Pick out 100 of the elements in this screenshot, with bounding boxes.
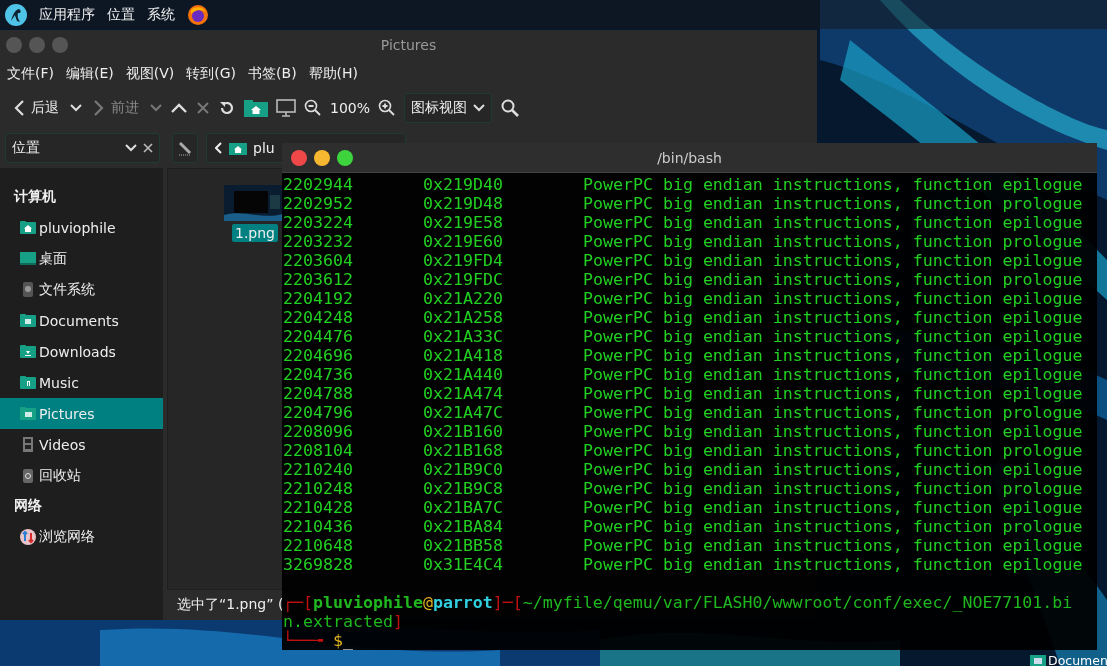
browser-icon[interactable] bbox=[187, 3, 209, 26]
description: PowerPC big endian instructions, function prologue bbox=[583, 441, 1084, 460]
music-folder-icon bbox=[19, 374, 37, 391]
description: PowerPC big endian instructions, function epilogue bbox=[583, 460, 1084, 479]
caret-icon bbox=[473, 104, 486, 112]
description: PowerPC big endian instructions, function prologue bbox=[583, 232, 1084, 251]
back-button[interactable]: 后退 bbox=[10, 96, 62, 120]
zoom-level: 100% bbox=[330, 100, 371, 116]
description: PowerPC big endian instructions, function epilogue bbox=[583, 536, 1084, 555]
desktop-icon-label[interactable]: Documen bbox=[1048, 653, 1107, 666]
folder-icon[interactable] bbox=[1030, 654, 1046, 666]
reload-icon[interactable] bbox=[218, 99, 236, 117]
window-maximize-button[interactable] bbox=[337, 149, 353, 166]
decimal-offset: 2210428 bbox=[283, 498, 354, 517]
panel-menu[interactable]: 系统 bbox=[147, 5, 175, 24]
window-minimize-button[interactable] bbox=[314, 149, 330, 166]
sidebar-item[interactable]: Videos bbox=[0, 429, 163, 460]
zoom-in-icon[interactable] bbox=[378, 99, 397, 117]
decimal-offset: 2204696 bbox=[283, 346, 354, 365]
sidebar-item[interactable]: Documents bbox=[0, 305, 163, 336]
panel-menu[interactable]: 应用程序 bbox=[39, 5, 95, 24]
description: PowerPC big endian instructions, function epilogue bbox=[583, 422, 1084, 441]
hex-offset: 0x21A440 bbox=[423, 365, 504, 384]
menu-item[interactable]: 文件(F) bbox=[7, 65, 54, 83]
location-dropdown[interactable]: 位置 bbox=[5, 133, 160, 163]
window-title: /bin/bash bbox=[657, 149, 722, 166]
decimal-offset: 2203232 bbox=[283, 232, 354, 251]
zoom-out-icon[interactable] bbox=[304, 99, 322, 117]
sidebar-item[interactable]: Music bbox=[0, 367, 163, 398]
search-icon[interactable] bbox=[500, 98, 521, 118]
decimal-offset: 2204736 bbox=[283, 365, 354, 384]
picture-folder-icon bbox=[19, 405, 37, 422]
hex-offset: 0x21B168 bbox=[423, 441, 504, 460]
description: PowerPC big endian instructions, function epilogue bbox=[583, 327, 1084, 346]
description: PowerPC big endian instructions, function epilogue bbox=[583, 365, 1084, 384]
parrot-logo-icon[interactable] bbox=[5, 3, 27, 26]
edit-location-button[interactable] bbox=[172, 133, 198, 163]
sidebar-item[interactable]: 桌面 bbox=[0, 243, 163, 274]
decimal-offset: 2204248 bbox=[283, 308, 354, 327]
hex-offset: 0x21A418 bbox=[423, 346, 504, 365]
hex-offset: 0x31E4C4 bbox=[423, 555, 504, 574]
panel-menu[interactable]: 位置 bbox=[107, 5, 135, 24]
decimal-offset: 2210436 bbox=[283, 517, 354, 536]
status-text: 选中了“1.png” ( bbox=[177, 596, 284, 614]
hex-offset: 0x219FDC bbox=[423, 270, 504, 289]
sidebar-item[interactable]: 浏览网络 bbox=[0, 521, 163, 552]
monitor-icon[interactable] bbox=[276, 99, 296, 117]
decimal-offset: 2208096 bbox=[283, 422, 354, 441]
description: PowerPC big endian instructions, function epilogue bbox=[583, 346, 1084, 365]
close-icon[interactable] bbox=[143, 143, 153, 153]
hex-offset: 0x21B160 bbox=[423, 422, 504, 441]
window-close-button[interactable] bbox=[291, 149, 307, 166]
decimal-offset: 2210240 bbox=[283, 460, 354, 479]
description: PowerPC big endian instructions, function prologue bbox=[583, 479, 1084, 498]
folder-icon bbox=[19, 312, 37, 329]
decimal-offset: 2204192 bbox=[283, 289, 354, 308]
hex-offset: 0x219E60 bbox=[423, 232, 504, 251]
stop-icon[interactable] bbox=[196, 101, 210, 115]
hex-offset: 0x21A258 bbox=[423, 308, 504, 327]
view-mode-dropdown[interactable]: 图标视图 bbox=[404, 93, 493, 123]
hex-offset: 0x219D48 bbox=[423, 194, 504, 213]
sidebar-item[interactable]: pluviophile bbox=[0, 212, 163, 243]
description: PowerPC big endian instructions, function prologue bbox=[583, 517, 1084, 536]
menu-item[interactable]: 视图(V) bbox=[125, 65, 175, 83]
menu-item[interactable]: 帮助(H) bbox=[308, 65, 359, 83]
sidebar-item[interactable]: Downloads bbox=[0, 336, 163, 367]
description: PowerPC big endian instructions, function epilogue bbox=[583, 498, 1084, 517]
hex-offset: 0x219FD4 bbox=[423, 251, 504, 270]
decimal-offset: 2210648 bbox=[283, 536, 354, 555]
description: PowerPC big endian instructions, function epilogue bbox=[583, 384, 1084, 403]
window-title: Pictures bbox=[380, 37, 437, 53]
sidebar-item[interactable]: Pictures bbox=[0, 398, 163, 429]
chevron-right-icon bbox=[93, 99, 105, 117]
sidebar-item[interactable]: 文件系统 bbox=[0, 274, 163, 305]
hex-offset: 0x21BA84 bbox=[423, 517, 504, 536]
chevron-left-icon bbox=[13, 99, 25, 117]
menu-item[interactable]: 转到(G) bbox=[186, 65, 237, 83]
sidebar-item[interactable]: 回收站 bbox=[0, 460, 163, 491]
description: PowerPC big endian instructions, function prologue bbox=[583, 403, 1084, 422]
menu-item[interactable]: 编辑(E) bbox=[66, 65, 114, 83]
caret-icon bbox=[125, 144, 137, 152]
hex-offset: 0x219E58 bbox=[423, 213, 504, 232]
hex-offset: 0x21A220 bbox=[423, 289, 504, 308]
description: PowerPC big endian instructions, function epilogue bbox=[583, 289, 1084, 308]
command-prompt[interactable]: └──╼ $_ bbox=[283, 631, 1091, 650]
description: PowerPC big endian instructions, function prologue bbox=[583, 270, 1084, 289]
pencil-icon bbox=[177, 140, 193, 156]
menu-item[interactable]: 书签(B) bbox=[248, 65, 297, 83]
network-icon bbox=[19, 528, 37, 545]
hex-offset: 0x21A474 bbox=[423, 384, 504, 403]
file-name[interactable]: 1.png bbox=[232, 224, 278, 242]
prompt-line: ┌─[pluviophile@parrot]─[~/myfile/qemu/var/FLASH0/wwwroot/conf/exec/_NOE77101.bin.extracted] bbox=[283, 593, 1074, 631]
hex-offset: 0x21B9C0 bbox=[423, 460, 504, 479]
home-folder-icon[interactable] bbox=[244, 99, 268, 117]
decimal-offset: 2202952 bbox=[283, 194, 354, 213]
decimal-offset: 2202944 bbox=[283, 175, 354, 194]
description: PowerPC big endian instructions, function epilogue bbox=[583, 175, 1084, 194]
hex-offset: 0x21A47C bbox=[423, 403, 504, 422]
description: PowerPC big endian instructions, function epilogue bbox=[583, 213, 1084, 232]
decimal-offset: 2203604 bbox=[283, 251, 354, 270]
